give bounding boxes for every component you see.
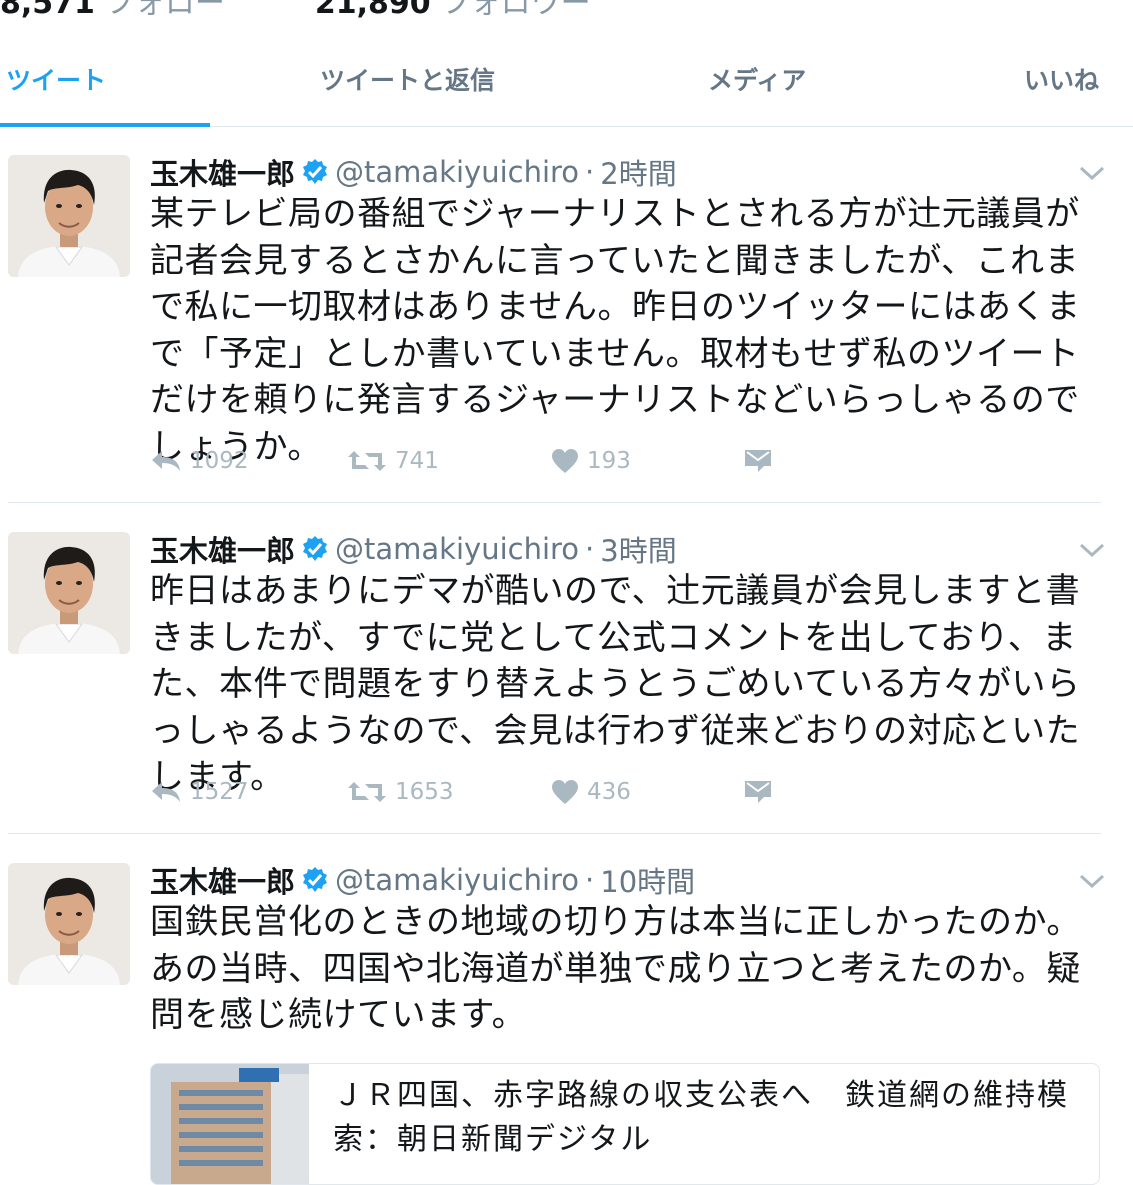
reply-count: 1092 — [190, 448, 249, 474]
followers-count: 21,890 — [314, 0, 431, 21]
reply-icon — [150, 449, 182, 473]
retweet-button[interactable]: 1653 — [347, 779, 454, 805]
reply-count: 1527 — [190, 779, 249, 805]
author-handle[interactable]: @tamakiyuichiro — [335, 155, 579, 189]
tweet-header: 玉木雄一郎 @tamakiyuichiro · 10時間 — [150, 863, 695, 899]
envelope-icon — [744, 780, 772, 804]
verified-badge-icon — [301, 866, 329, 894]
avatar[interactable] — [8, 863, 130, 985]
author-name[interactable]: 玉木雄一郎 — [150, 528, 295, 570]
like-count: 436 — [587, 779, 631, 805]
separator: · — [585, 155, 595, 189]
link-preview-image — [151, 1064, 309, 1184]
profile-stats: 8,571 フォロー 21,890 フォロワー — [0, 0, 681, 21]
following-stat[interactable]: 8,571 フォロー — [0, 0, 225, 21]
avatar[interactable] — [8, 155, 130, 277]
reply-button[interactable]: 1092 — [150, 448, 249, 474]
profile-tabs: ツイート ツイートと返信 メディア いいね — [0, 56, 1133, 127]
chevron-down-icon[interactable] — [1078, 540, 1106, 560]
timestamp[interactable]: 3時間 — [600, 528, 676, 570]
retweet-icon — [347, 449, 387, 473]
separator: · — [585, 532, 595, 566]
retweet-count: 1653 — [395, 779, 454, 805]
separator: · — [585, 863, 595, 897]
direct-message-button[interactable] — [744, 780, 772, 804]
timestamp[interactable]: 2時間 — [600, 151, 676, 193]
chevron-down-icon[interactable] — [1078, 871, 1106, 891]
active-tab-indicator — [0, 123, 210, 127]
following-label: フォロー — [104, 0, 225, 21]
tab-tweets[interactable]: ツイート — [6, 56, 106, 126]
link-preview-title: ＪＲ四国、赤字路線の収支公表へ 鉄道網の維持模索：朝日新聞デジタル — [333, 1078, 1069, 1157]
author-name[interactable]: 玉木雄一郎 — [150, 151, 295, 193]
verified-badge-icon — [301, 535, 329, 563]
author-handle[interactable]: @tamakiyuichiro — [335, 863, 579, 897]
following-count: 8,571 — [0, 0, 95, 21]
followers-label: フォロワー — [440, 0, 591, 21]
timestamp[interactable]: 10時間 — [600, 859, 695, 901]
verified-badge-icon — [301, 158, 329, 186]
chevron-down-icon[interactable] — [1078, 163, 1106, 183]
author-name[interactable]: 玉木雄一郎 — [150, 859, 295, 901]
heart-icon — [551, 448, 579, 474]
tab-likes[interactable]: いいね — [1024, 56, 1099, 126]
tweet-text: 国鉄民営化のときの地域の切り方は本当に正しかったのか。あの当時、四国や北海道が単… — [150, 902, 1081, 1035]
divider — [8, 502, 1101, 503]
tweet-header: 玉木雄一郎 @tamakiyuichiro · 2時間 — [150, 155, 677, 191]
divider — [8, 833, 1101, 834]
like-button[interactable]: 193 — [551, 448, 631, 474]
like-button[interactable]: 436 — [551, 779, 631, 805]
retweet-button[interactable]: 741 — [347, 448, 439, 474]
followers-stat[interactable]: 21,890 フォロワー — [314, 0, 591, 21]
tweet-header: 玉木雄一郎 @tamakiyuichiro · 3時間 — [150, 532, 677, 568]
tweet-text: 昨日はあまりにデマが酷いので、辻元議員が会見しますと書きましたが、すでに党として… — [150, 571, 1081, 797]
link-preview-card[interactable]: ＪＲ四国、赤字路線の収支公表へ 鉄道網の維持模索：朝日新聞デジタル — [150, 1063, 1100, 1185]
heart-icon — [551, 779, 579, 805]
retweet-icon — [347, 780, 387, 804]
tab-tweets-and-replies[interactable]: ツイートと返信 — [320, 56, 495, 126]
avatar[interactable] — [8, 532, 130, 654]
envelope-icon — [744, 449, 772, 473]
retweet-count: 741 — [395, 448, 439, 474]
tab-media[interactable]: メディア — [708, 56, 806, 126]
reply-button[interactable]: 1527 — [150, 779, 249, 805]
author-handle[interactable]: @tamakiyuichiro — [335, 532, 579, 566]
tweet-text: 某テレビ局の番組でジャーナリストとされる方が辻元議員が記者会見するとさかんに言っ… — [150, 194, 1081, 467]
like-count: 193 — [587, 448, 631, 474]
reply-icon — [150, 780, 182, 804]
direct-message-button[interactable] — [744, 449, 772, 473]
